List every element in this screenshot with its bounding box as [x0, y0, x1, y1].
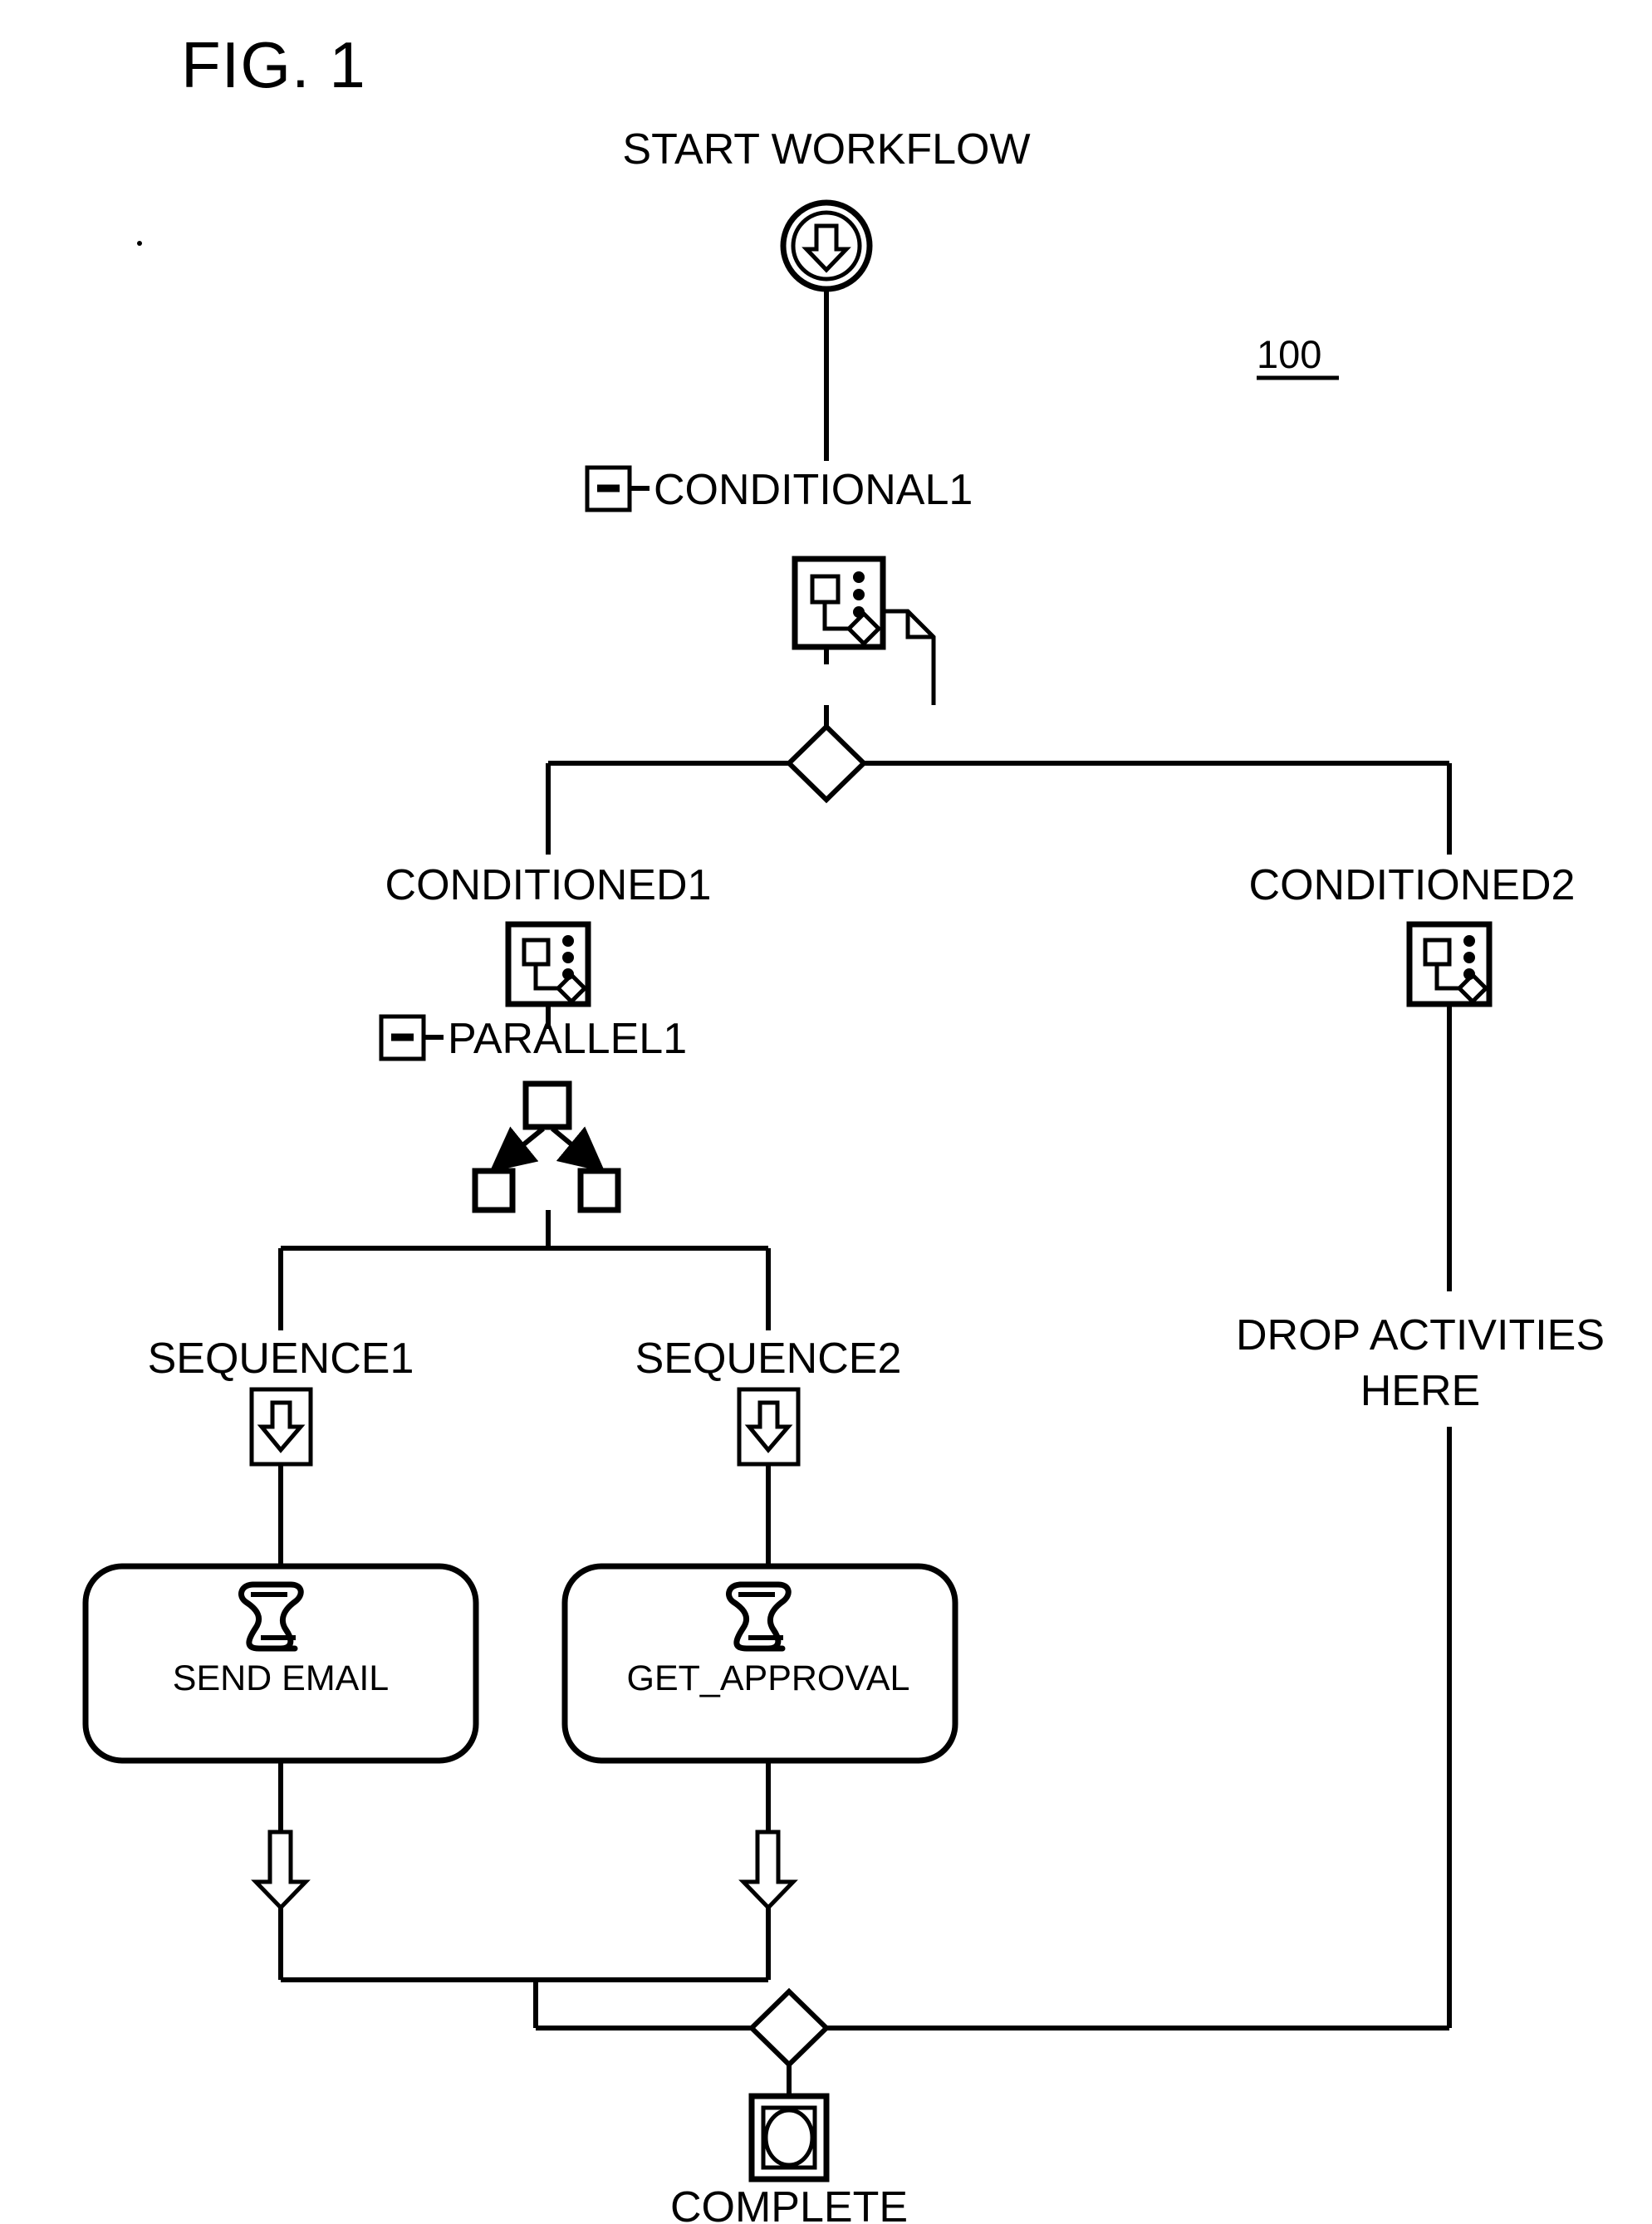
- sequence1-down-arrow-icon[interactable]: [249, 1387, 313, 1467]
- parallel1-label: PARALLEL1: [448, 1015, 687, 1063]
- sequence2-tail-arrow-icon: [738, 1830, 798, 1911]
- activity2-label: GET_APPROVAL: [627, 1658, 910, 1698]
- conditioned1-label: CONDITIONED1: [385, 861, 712, 909]
- complete-stop-icon[interactable]: [748, 2093, 830, 2182]
- reference-numeral: 100: [1257, 332, 1321, 376]
- parallel1-collapse-toggle[interactable]: [379, 1014, 444, 1061]
- sequence2-label: SEQUENCE2: [635, 1335, 902, 1383]
- patent-figure-canvas: FIG. 1 100 START WORKFLOW CONDITIONAL1 C…: [0, 0, 1652, 2224]
- conditioned1-branch-icon[interactable]: [505, 921, 591, 1007]
- branch-split-diamond: [785, 723, 868, 804]
- start-node-label: START WORKFLOW: [622, 125, 1030, 174]
- start-workflow-icon[interactable]: [780, 199, 873, 292]
- dropzone-label-line1[interactable]: DROP ACTIVITIES: [1236, 1311, 1605, 1359]
- complete-label: COMPLETE: [670, 2183, 908, 2224]
- conditional1-label: CONDITIONAL1: [654, 466, 973, 514]
- activity-card-send-email[interactable]: SEND EMAIL: [82, 1563, 479, 1764]
- conditioned2-label: CONDITIONED2: [1249, 861, 1576, 909]
- figure-title: FIG. 1: [181, 28, 366, 101]
- sequence1-tail-arrow-icon: [251, 1830, 311, 1911]
- sequence1-label: SEQUENCE1: [148, 1335, 414, 1383]
- parallel-fork-icon[interactable]: [472, 1080, 621, 1213]
- conditional1-collapse-toggle[interactable]: [585, 465, 650, 512]
- conditioned2-branch-icon[interactable]: [1406, 921, 1493, 1007]
- workflow-diagram: FIG. 1 100 START WORKFLOW CONDITIONAL1 C…: [82, 28, 1605, 2224]
- activity1-label: SEND EMAIL: [173, 1658, 389, 1698]
- activity-card-get-approval[interactable]: GET_APPROVAL: [561, 1563, 958, 1764]
- merge-diamond: [748, 1987, 831, 2069]
- scan-speck: [137, 241, 142, 246]
- sequence2-down-arrow-icon[interactable]: [737, 1387, 801, 1467]
- dropzone-label-line2[interactable]: HERE: [1360, 1367, 1480, 1415]
- conditional-document-icon[interactable]: [792, 556, 936, 705]
